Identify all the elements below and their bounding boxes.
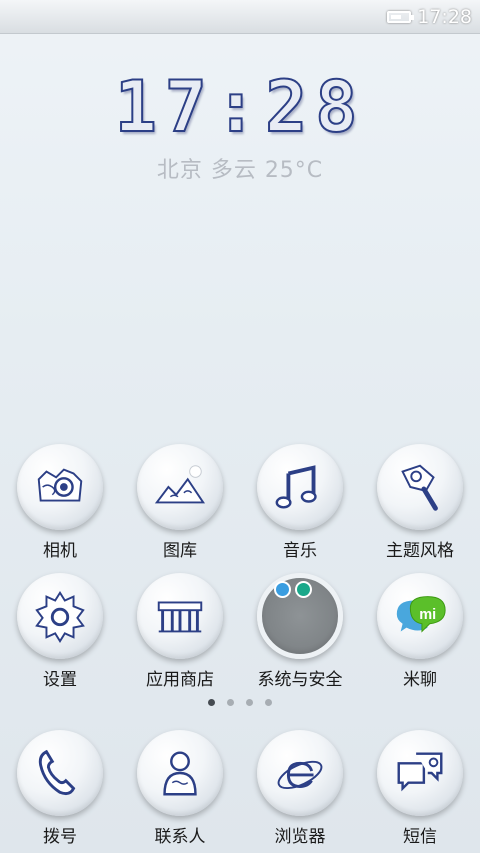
page-dot-active (208, 699, 215, 706)
app-label: 音乐 (283, 541, 317, 561)
status-time: 17:28 (417, 6, 472, 28)
app-label: 拨号 (43, 827, 77, 847)
app-label: 图库 (163, 541, 197, 561)
dock: 拨号 联系人 浏览器 短信 (0, 730, 480, 847)
app-security[interactable]: 系统与安全 (240, 573, 360, 690)
weather-text: 北京 多云 25°C (156, 158, 324, 183)
app-browser[interactable]: 浏览器 (240, 730, 360, 847)
shield-icon (295, 581, 312, 598)
app-label: 短信 (403, 827, 437, 847)
app-contacts[interactable]: 联系人 (120, 730, 240, 847)
page-indicator[interactable] (0, 699, 480, 706)
status-bar: 17:28 (0, 0, 480, 34)
app-label: 米聊 (403, 670, 437, 690)
security-badge-icon (274, 581, 291, 598)
camera-icon (17, 444, 103, 530)
miliao-icon: mi (377, 573, 463, 659)
app-label: 相机 (43, 541, 77, 561)
app-miliao[interactable]: mi 米聊 (360, 573, 480, 690)
app-grid-row-2: 设置 应用商店 系统与安全 mi 米聊 (0, 573, 480, 690)
page-dot (227, 699, 234, 706)
app-settings[interactable]: 设置 (0, 573, 120, 690)
theme-icon (377, 444, 463, 530)
page-dot (265, 699, 272, 706)
security-icon (257, 573, 343, 659)
app-dialer[interactable]: 拨号 (0, 730, 120, 847)
battery-icon (387, 11, 415, 23)
sms-icon (377, 730, 463, 816)
contacts-icon (137, 730, 223, 816)
settings-icon (17, 573, 103, 659)
browser-icon (257, 730, 343, 816)
app-music[interactable]: 音乐 (240, 444, 360, 561)
app-sms[interactable]: 短信 (360, 730, 480, 847)
app-label: 浏览器 (274, 827, 326, 847)
app-gallery[interactable]: 图库 (120, 444, 240, 561)
phone-icon (17, 730, 103, 816)
app-themes[interactable]: 主题风格 (360, 444, 480, 561)
lock-clock: 17:28 (114, 65, 366, 149)
miliao-badge-text: mi (419, 607, 436, 623)
app-label: 系统与安全 (257, 670, 343, 690)
app-store-icon (137, 573, 223, 659)
page-dot (246, 699, 253, 706)
gallery-icon (137, 444, 223, 530)
app-label: 主题风格 (386, 541, 454, 561)
music-icon (257, 444, 343, 530)
app-label: 设置 (43, 670, 77, 690)
app-grid-row-1: 相机 图库 音乐 主题风格 (0, 444, 480, 561)
app-store[interactable]: 应用商店 (120, 573, 240, 690)
app-label: 应用商店 (146, 670, 214, 690)
app-camera[interactable]: 相机 (0, 444, 120, 561)
app-label: 联系人 (154, 827, 206, 847)
